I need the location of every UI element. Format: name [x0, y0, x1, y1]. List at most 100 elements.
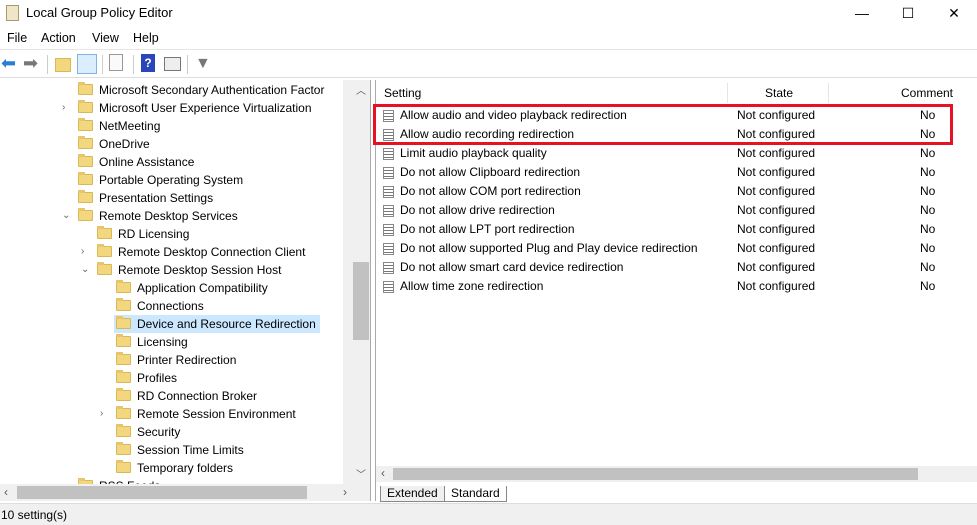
- minimize-button[interactable]: —: [839, 0, 885, 27]
- setting-name: Limit audio playback quality: [400, 146, 547, 160]
- menu-file[interactable]: File: [7, 31, 27, 45]
- setting-row[interactable]: Allow time zone redirection Not configure…: [376, 277, 977, 296]
- app-icon: [6, 5, 19, 21]
- tree-item-label: Remote Desktop Services: [99, 209, 238, 223]
- chevron-right-icon[interactable]: ›: [100, 405, 103, 423]
- folder-icon: [116, 298, 131, 311]
- setting-row[interactable]: Do not allow COM port redirection Not con…: [376, 182, 977, 201]
- tree-item-label: RD Licensing: [118, 227, 190, 241]
- folder-icon: [116, 460, 131, 473]
- setting-row[interactable]: Do not allow drive redirection Not config…: [376, 201, 977, 220]
- policy-setting-icon: [383, 167, 394, 179]
- tree-item[interactable]: Device and Resource Redirection: [114, 315, 320, 333]
- tab-standard[interactable]: Standard: [444, 486, 507, 502]
- tree-item-label: Microsoft Secondary Authentication Facto…: [99, 83, 325, 97]
- setting-comment: No: [920, 222, 936, 236]
- tree-item[interactable]: Licensing: [114, 333, 192, 351]
- tree-item[interactable]: NetMeeting: [76, 117, 164, 135]
- tree-item[interactable]: Connections: [114, 297, 208, 315]
- close-button[interactable]: ✕: [931, 0, 977, 27]
- setting-state: Not configured: [737, 165, 816, 179]
- policy-setting-icon: [383, 186, 394, 198]
- setting-state: Not configured: [737, 203, 816, 217]
- tree-item[interactable]: Presentation Settings: [76, 189, 217, 207]
- tree-item-label: Application Compatibility: [137, 281, 268, 295]
- tree-item[interactable]: Online Assistance: [76, 153, 198, 171]
- up-folder-icon[interactable]: [55, 58, 71, 72]
- back-icon[interactable]: ⬅: [1, 54, 21, 74]
- tree-item[interactable]: › Remote Session Environment: [100, 405, 300, 423]
- tab-extended[interactable]: Extended: [380, 486, 445, 502]
- setting-comment: No: [920, 184, 936, 198]
- setting-row[interactable]: Do not allow Clipboard redirection Not co…: [376, 163, 977, 182]
- tree-item[interactable]: ⌄ Remote Desktop Services: [62, 207, 242, 225]
- menu-view[interactable]: View: [92, 31, 119, 45]
- window-title: Local Group Policy Editor: [26, 5, 173, 20]
- policy-setting-icon: [383, 205, 394, 217]
- tree-item-label: Remote Desktop Connection Client: [118, 245, 306, 259]
- filter-icon[interactable]: ▼: [195, 54, 215, 74]
- setting-comment: No: [920, 165, 936, 179]
- action-pane-icon[interactable]: [164, 57, 181, 71]
- tree-item[interactable]: ⌄ Remote Desktop Session Host: [81, 261, 285, 279]
- policy-setting-icon: [383, 281, 394, 293]
- folder-icon: [78, 154, 93, 167]
- tree-item[interactable]: Temporary folders: [114, 459, 237, 477]
- setting-comment: No: [920, 260, 936, 274]
- highlight-box: [373, 104, 953, 145]
- menu-action[interactable]: Action: [41, 31, 76, 45]
- folder-icon: [116, 352, 131, 365]
- maximize-button[interactable]: ☐: [885, 0, 931, 27]
- tree-item[interactable]: Microsoft Secondary Authentication Facto…: [76, 81, 328, 99]
- forward-icon[interactable]: ➡: [23, 54, 43, 74]
- tree-item[interactable]: Application Compatibility: [114, 279, 272, 297]
- tree-item[interactable]: RD Licensing: [95, 225, 193, 243]
- setting-comment: No: [920, 279, 936, 293]
- column-header-state[interactable]: State: [765, 86, 793, 100]
- tree-horizontal-scroll-thumb[interactable]: [17, 486, 307, 499]
- tree-item-label: Presentation Settings: [99, 191, 214, 205]
- folder-icon: [116, 334, 131, 347]
- tree-vertical-scroll-thumb[interactable]: [353, 262, 369, 340]
- folder-icon: [116, 316, 131, 329]
- tree-item[interactable]: Portable Operating System: [76, 171, 247, 189]
- tree-item-label: Profiles: [137, 371, 178, 385]
- setting-row[interactable]: Do not allow supported Plug and Play dev…: [376, 239, 977, 258]
- toolbar: ⬅ ➡ ? ▼: [0, 51, 977, 78]
- menu-bar: File Action View Help: [0, 28, 977, 50]
- folder-icon: [78, 172, 93, 185]
- folder-icon: [97, 226, 112, 239]
- setting-name: Do not allow supported Plug and Play dev…: [400, 241, 698, 255]
- chevron-down-icon[interactable]: ⌄: [62, 207, 70, 225]
- setting-row[interactable]: Limit audio playback quality Not configur…: [376, 144, 977, 163]
- tree-pane: Microsoft Secondary Authentication Facto…: [0, 80, 371, 501]
- show-hide-tree-icon[interactable]: [77, 54, 97, 74]
- tree-item-label: Security: [137, 425, 181, 439]
- tree-item-label: Online Assistance: [99, 155, 195, 169]
- export-list-icon[interactable]: [109, 54, 123, 71]
- settings-horizontal-scroll-thumb[interactable]: [393, 468, 918, 480]
- chevron-right-icon[interactable]: ›: [81, 243, 84, 261]
- tree-item[interactable]: Security: [114, 423, 184, 441]
- setting-name: Allow time zone redirection: [400, 279, 544, 293]
- setting-state: Not configured: [737, 184, 816, 198]
- chevron-right-icon[interactable]: ›: [62, 99, 65, 117]
- tree-item[interactable]: Printer Redirection: [114, 351, 240, 369]
- help-icon[interactable]: ?: [141, 54, 155, 72]
- folder-icon: [78, 190, 93, 203]
- tree-item[interactable]: › Remote Desktop Connection Client: [81, 243, 309, 261]
- chevron-down-icon[interactable]: ⌄: [81, 261, 89, 279]
- policy-setting-icon: [383, 243, 394, 255]
- menu-help[interactable]: Help: [133, 31, 159, 45]
- tree-item-label: Session Time Limits: [137, 443, 244, 457]
- tree-item[interactable]: › Microsoft User Experience Virtualizatio…: [62, 99, 316, 117]
- setting-row[interactable]: Do not allow smart card device redirecti…: [376, 258, 977, 277]
- column-header-comment[interactable]: Comment: [901, 86, 953, 100]
- setting-row[interactable]: Do not allow LPT port redirection Not con…: [376, 220, 977, 239]
- tree-item[interactable]: RD Connection Broker: [114, 387, 261, 405]
- tree-item[interactable]: OneDrive: [76, 135, 154, 153]
- column-header-setting[interactable]: Setting: [384, 86, 421, 100]
- tree-item[interactable]: Profiles: [114, 369, 181, 387]
- folder-icon: [116, 280, 131, 293]
- tree-item[interactable]: Session Time Limits: [114, 441, 248, 459]
